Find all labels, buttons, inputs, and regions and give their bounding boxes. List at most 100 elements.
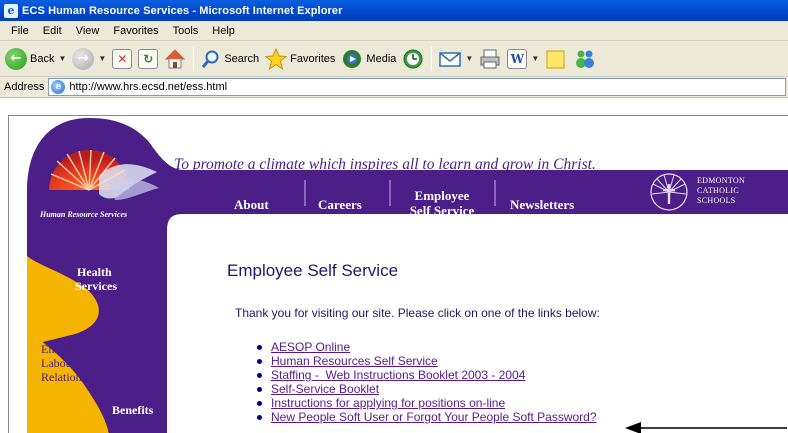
search-label: Search xyxy=(224,52,260,65)
toolbar: ← Back ▼ → ▼ ✕ ↻ Search Favorites Media … xyxy=(0,41,788,77)
history-icon xyxy=(403,49,423,68)
history-button[interactable] xyxy=(399,44,427,74)
mail-icon xyxy=(439,51,462,67)
search-button[interactable]: Search xyxy=(198,44,262,74)
bullet xyxy=(257,372,262,378)
stop-icon: ✕ xyxy=(112,48,133,69)
media-label: Media xyxy=(366,52,397,65)
back-arrow-icon: ← xyxy=(5,47,27,70)
toolbar-separator xyxy=(193,46,195,71)
nav-employee-label-line1: Employee xyxy=(414,188,470,203)
bullet xyxy=(257,344,262,350)
ecs-logo-text: EDMONTON CATHOLIC SCHOOLS xyxy=(697,176,745,206)
sidebar-health-line1: Health xyxy=(77,265,112,279)
address-bar: Address e http://www.hrs.ecsd.net/ess.ht… xyxy=(0,77,788,98)
list-item: Staffing - Web Instructions Booklet 2003… xyxy=(257,368,597,382)
window-title: ECS Human Resource Services - Microsoft … xyxy=(22,4,343,17)
menu-tools[interactable]: Tools xyxy=(166,25,206,37)
printer-icon xyxy=(480,49,500,68)
address-url: http://www.hrs.ecsd.net/ess.html xyxy=(69,81,228,93)
refresh-icon: ↻ xyxy=(138,48,159,69)
list-item: Instructions for applying for positions … xyxy=(257,396,597,410)
link-hr-self-service[interactable]: Human Resources Self Service xyxy=(271,354,438,368)
bullet xyxy=(257,386,262,392)
chevron-down-icon[interactable]: ▼ xyxy=(465,54,473,63)
favorites-button[interactable]: Favorites xyxy=(262,44,338,74)
page-title: Employee Self Service xyxy=(227,261,399,280)
list-item: Self-Service Booklet xyxy=(257,382,597,396)
forward-arrow-icon: → xyxy=(72,47,95,70)
sidebar-relations-line1: Employee/ xyxy=(41,342,93,356)
favorites-label: Favorites xyxy=(290,52,336,65)
link-list: AESOP Online Human Resources Self Servic… xyxy=(257,340,597,424)
nav-careers-label: Careers xyxy=(318,197,362,212)
mail-button[interactable]: ▼ xyxy=(436,44,476,74)
list-item: Human Resources Self Service xyxy=(257,354,597,368)
logo-text: Human Resource Services xyxy=(40,210,128,219)
forward-button[interactable]: → ▼ xyxy=(69,44,109,74)
messenger-icon xyxy=(576,50,595,68)
chevron-down-icon[interactable]: ▼ xyxy=(58,54,66,63)
media-button[interactable]: Media xyxy=(338,44,399,74)
link-self-service-booklet[interactable]: Self-Service Booklet xyxy=(271,382,379,396)
ie-logo-icon: e xyxy=(4,3,18,18)
sidebar-health-line2: Services xyxy=(75,279,117,293)
print-button[interactable] xyxy=(476,44,504,74)
page-icon: e xyxy=(51,80,66,94)
link-staffing-instructions[interactable]: Staffing - Web Instructions Booklet 2003… xyxy=(271,368,525,382)
nav-about[interactable]: About xyxy=(234,197,269,212)
page-viewport[interactable]: To promote a climate which inspires all … xyxy=(8,115,788,433)
sidebar-benefits[interactable]: Benefits xyxy=(112,403,153,417)
nav-newsletters-label: Newsletters xyxy=(510,197,575,212)
list-item: AESOP Online xyxy=(257,340,597,354)
refresh-button[interactable]: ↻ xyxy=(135,44,161,74)
ecs-line3: SCHOOLS xyxy=(697,196,736,205)
back-button[interactable]: ← Back ▼ xyxy=(2,44,69,74)
home-button[interactable] xyxy=(161,44,189,74)
edit-button[interactable]: W ▼ xyxy=(504,44,542,74)
menu-favorites[interactable]: Favorites xyxy=(106,25,165,37)
list-item: New People Soft User or Forgot Your Peop… xyxy=(257,410,597,424)
menu-edit[interactable]: Edit xyxy=(36,25,69,37)
nav-about-label: About xyxy=(234,197,269,212)
sidebar-employee-labour-relations[interactable]: Employee/ Labour Relations xyxy=(41,342,93,384)
sidebar-health-services[interactable]: Health Services xyxy=(75,265,117,293)
link-aesop-online[interactable]: AESOP Online xyxy=(271,340,350,354)
media-icon xyxy=(343,49,362,68)
address-input[interactable]: e http://www.hrs.ecsd.net/ess.html xyxy=(48,78,786,96)
site-tagline: To promote a climate which inspires all … xyxy=(174,156,596,173)
back-label: Back xyxy=(30,52,55,65)
nav-employee-self-service[interactable]: Employee Self Service xyxy=(401,188,483,218)
nav-employee-label-line2: Self Service xyxy=(409,203,475,218)
link-applying-positions[interactable]: Instructions for applying for positions … xyxy=(271,396,505,410)
messenger-button[interactable] xyxy=(570,44,600,74)
note-icon xyxy=(546,50,565,68)
chevron-down-icon[interactable]: ▼ xyxy=(98,54,106,63)
ecs-line1: EDMONTON xyxy=(697,176,746,185)
nav-newsletters[interactable]: Newsletters xyxy=(510,197,574,212)
chevron-down-icon[interactable]: ▼ xyxy=(531,54,539,63)
stop-button[interactable]: ✕ xyxy=(109,44,135,74)
word-icon: W xyxy=(507,48,528,69)
window-titlebar[interactable]: e ECS Human Resource Services - Microsof… xyxy=(0,0,788,21)
toolbar-separator xyxy=(431,46,433,71)
link-peoplesoft-password[interactable]: New People Soft User or Forgot Your Peop… xyxy=(271,410,597,424)
sidebar-relations-line2: Labour xyxy=(41,356,76,370)
sidebar-relations-line3: Relations xyxy=(41,370,87,384)
menu-view[interactable]: View xyxy=(69,25,107,37)
nav-careers[interactable]: Careers xyxy=(318,197,362,212)
intro-text: Thank you for visiting our site. Please … xyxy=(235,306,600,320)
address-label: Address xyxy=(4,81,45,93)
home-icon xyxy=(165,48,186,68)
search-icon xyxy=(202,50,219,68)
bullet xyxy=(257,414,262,420)
menu-bar: File Edit View Favorites Tools Help xyxy=(0,21,788,41)
menu-file[interactable]: File xyxy=(4,25,36,37)
bullet xyxy=(257,358,262,364)
sidebar-benefits-label: Benefits xyxy=(112,403,154,417)
discuss-button[interactable] xyxy=(542,44,570,74)
ecs-line2: CATHOLIC xyxy=(697,186,739,195)
menu-help[interactable]: Help xyxy=(205,25,242,37)
pointer-arrow-icon xyxy=(625,422,787,433)
star-icon xyxy=(265,47,288,70)
